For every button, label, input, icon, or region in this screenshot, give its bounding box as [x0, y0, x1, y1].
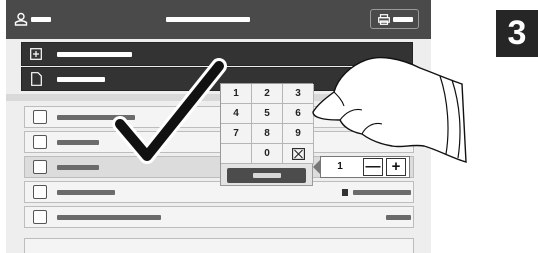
key-8[interactable]: 8: [252, 124, 283, 144]
key-5[interactable]: 5: [252, 104, 283, 124]
callout-arrow: [313, 160, 320, 174]
key-9[interactable]: 9: [283, 124, 314, 144]
feature-row-list[interactable]: [24, 181, 414, 203]
screen-title-placeholder: [166, 17, 250, 22]
feature-label-placeholder: [57, 115, 135, 120]
key-2[interactable]: 2: [252, 84, 283, 104]
feature-row-copies[interactable]: [24, 131, 414, 153]
numeric-keypad: 1 2 3 4 5 6 7 8 9 0: [220, 83, 314, 186]
key-3[interactable]: 3: [283, 84, 314, 104]
menu-row-add[interactable]: [21, 42, 413, 66]
quantity-stepper[interactable]: 1 — +: [320, 156, 410, 178]
quantity-value: 1: [337, 161, 343, 172]
key-blank: [221, 144, 252, 164]
feature-row-layout[interactable]: [24, 206, 414, 228]
feature-label-placeholder: [57, 215, 161, 220]
key-4[interactable]: 4: [221, 104, 252, 124]
menu-row-label-placeholder: [57, 52, 132, 57]
plus-box-icon: [30, 48, 42, 60]
feature-label-placeholder: [57, 165, 99, 170]
decrement-button[interactable]: —: [363, 158, 383, 176]
quantity-icon: [33, 160, 47, 174]
printer-button[interactable]: [370, 9, 419, 29]
bottom-field[interactable]: [24, 238, 414, 253]
key-0[interactable]: 0: [252, 144, 283, 164]
copies-icon: [33, 135, 47, 149]
list-value-placeholder: [353, 190, 411, 195]
menu-row-document[interactable]: [21, 67, 413, 91]
printer-control-panel: [6, 0, 431, 253]
increment-button[interactable]: +: [386, 158, 406, 176]
keypad-enter-button[interactable]: [227, 168, 306, 183]
user-label-placeholder: [31, 17, 51, 22]
key-7[interactable]: 7: [221, 124, 252, 144]
paper-source-icon: [33, 110, 47, 124]
header-bar: [6, 0, 431, 39]
divider-strip: [6, 94, 431, 101]
enter-label-placeholder: [253, 173, 281, 178]
layout-icon: [33, 210, 47, 224]
list-value-swatch: [342, 189, 348, 196]
printer-label-placeholder: [393, 17, 413, 22]
key-1[interactable]: 1: [221, 84, 252, 104]
document-icon: [31, 72, 42, 86]
layout-value-placeholder: [386, 215, 411, 220]
feature-row-paper-source[interactable]: [24, 106, 414, 128]
key-clear[interactable]: [283, 144, 314, 164]
list-icon: [33, 185, 47, 199]
feature-label-placeholder: [57, 140, 99, 145]
clear-x-icon: [291, 148, 305, 160]
key-6[interactable]: 6: [283, 104, 314, 124]
menu-row-label-placeholder: [57, 77, 105, 82]
step-number-badge: 3: [496, 10, 538, 57]
user-icon[interactable]: [14, 12, 28, 26]
feature-label-placeholder: [57, 190, 115, 195]
printer-icon: [378, 14, 390, 25]
